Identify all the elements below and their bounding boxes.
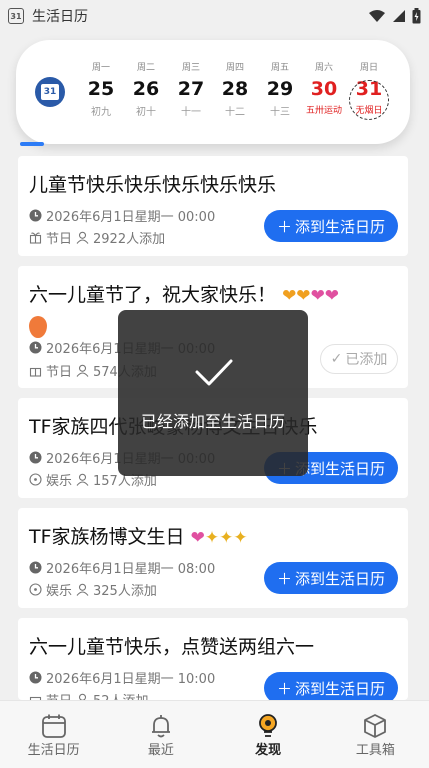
- plus-icon: ＋: [276, 217, 292, 236]
- bulb-icon: [259, 714, 278, 737]
- user-icon: [76, 231, 89, 244]
- calendar-logo-icon[interactable]: 31: [35, 77, 65, 107]
- day-wed[interactable]: 周三 27 十一: [169, 60, 213, 118]
- clock-icon: [29, 341, 42, 354]
- gift-icon: [29, 232, 42, 244]
- nav-toolbox[interactable]: 工具箱: [322, 701, 429, 768]
- day-sun-today[interactable]: 周日 31 无烟日: [347, 60, 391, 120]
- status-bar: 31 生活日历: [0, 0, 429, 32]
- plus-icon: ＋: [276, 679, 292, 698]
- check-icon: ✓: [330, 351, 343, 367]
- wifi-icon: [369, 10, 385, 22]
- event-meta: 节日 52人添加: [29, 690, 149, 700]
- toast-message: 已经添加至生活日历: [140, 412, 285, 431]
- event-card[interactable]: 儿童节快乐快乐快乐快乐快乐 2026年6月1日星期一 00:00 节日 2922…: [18, 156, 408, 256]
- nav-discover[interactable]: 发现: [215, 701, 322, 768]
- heart-icon: ❤︎❤︎: [310, 286, 340, 306]
- event-time: 2026年6月1日星期一 10:00: [29, 668, 215, 687]
- bottom-nav: 生活日历 最近 发现 工具箱: [0, 700, 429, 768]
- balloon-icon: [29, 315, 47, 338]
- clock-icon: [29, 451, 42, 464]
- event-title: 儿童节快乐快乐快乐快乐快乐: [29, 174, 277, 196]
- tab-indicator: [20, 142, 44, 146]
- add-to-calendar-button[interactable]: ＋添到生活日历: [264, 562, 398, 594]
- calendar-icon: [41, 714, 66, 738]
- week-strip: 31 周一 25 初九 周二 26 初十 周三 27 十一 周四 28 十二 周…: [16, 40, 410, 144]
- added-toast: 已经添加至生活日历: [118, 310, 308, 476]
- gift-icon: [29, 367, 42, 377]
- add-to-calendar-button[interactable]: ＋添到生活日历: [264, 672, 398, 700]
- event-meta: 娱乐 325人添加: [29, 580, 157, 599]
- user-icon: [78, 693, 87, 700]
- user-icon: [76, 473, 89, 486]
- event-card[interactable]: TF家族杨博文生日 ❤︎✦✦✦ 2026年6月1日星期一 08:00 娱乐 32…: [18, 508, 408, 608]
- signal-icon: [393, 10, 405, 22]
- event-meta: 节日 2922人添加: [29, 228, 165, 247]
- nav-recent[interactable]: 最近: [107, 701, 214, 768]
- bell-icon: [151, 715, 170, 738]
- nav-calendar[interactable]: 生活日历: [0, 701, 107, 768]
- day-mon[interactable]: 周一 25 初九: [79, 60, 123, 118]
- user-icon: [76, 364, 89, 377]
- emoji-hearts-icon: ❤︎❤︎: [282, 286, 311, 306]
- event-time: 2026年6月1日星期一 08:00: [29, 558, 215, 577]
- event-title: 六一儿童节快乐，点赞送两组六一: [29, 636, 315, 658]
- clock-icon: [29, 671, 42, 684]
- party-icon: ✦✦✦: [204, 528, 248, 548]
- user-icon: [76, 583, 89, 596]
- entertainment-icon: [29, 583, 42, 596]
- clock-icon: [29, 209, 42, 222]
- entertainment-icon: [29, 473, 42, 486]
- app-name: 生活日历: [32, 9, 88, 25]
- event-time: 2026年6月1日星期一 00:00: [29, 206, 215, 225]
- day-sat[interactable]: 周六 30 五卅运动: [302, 60, 346, 116]
- day-thu[interactable]: 周四 28 十二: [213, 60, 257, 118]
- check-icon: [195, 359, 233, 386]
- day-fri[interactable]: 周五 29 十三: [258, 60, 302, 118]
- add-to-calendar-button[interactable]: ＋添到生活日历: [264, 210, 398, 242]
- battery-icon: [412, 8, 421, 24]
- heart-icon: ❤︎: [190, 528, 205, 548]
- clock-icon: [29, 561, 42, 574]
- added-button[interactable]: ✓ 已添加: [320, 344, 398, 374]
- plus-icon: ＋: [276, 569, 292, 588]
- event-card[interactable]: 六一儿童节快乐，点赞送两组六一 2026年6月1日星期一 10:00 节日 52…: [18, 618, 408, 700]
- day-tue[interactable]: 周二 26 初十: [124, 60, 168, 118]
- box-icon: [364, 714, 387, 738]
- event-title: TF家族杨博文生日 ❤︎✦✦✦: [29, 526, 248, 548]
- app-calendar-icon: 31: [8, 8, 24, 24]
- system-icons: [368, 8, 421, 24]
- gift-icon: [29, 696, 42, 700]
- today-ring: [349, 80, 389, 120]
